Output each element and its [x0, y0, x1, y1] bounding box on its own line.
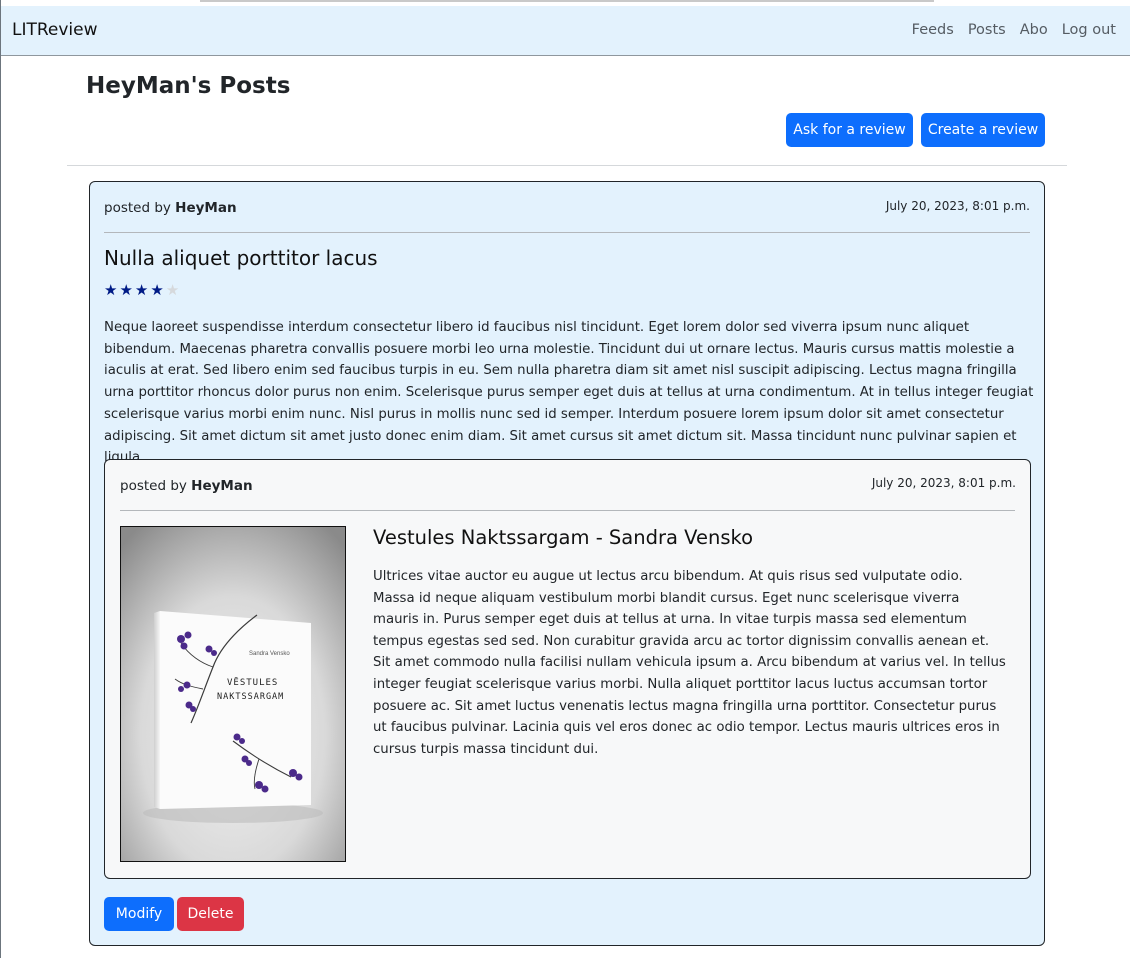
- ticket-divider: [120, 510, 1015, 511]
- delete-button[interactable]: Delete: [177, 897, 244, 931]
- review-date: July 20, 2023, 8:01 p.m.: [885, 199, 1030, 213]
- cover-title-line1: VĒSTULES: [227, 677, 278, 688]
- review-author: HeyMan: [175, 200, 237, 216]
- ticket-title: Vestules Naktssargam - Sandra Vensko: [373, 526, 754, 549]
- star-empty-icon: ★: [165, 281, 180, 299]
- review-card: posted by HeyMan July 20, 2023, 8:01 p.m…: [89, 181, 1045, 946]
- nav-link-posts[interactable]: Posts: [968, 22, 1006, 38]
- nav-link-logout[interactable]: Log out: [1062, 22, 1116, 38]
- book-cover-image: Sandra Vensko VĒSTULES NAKTSSARGAM: [120, 526, 346, 862]
- ask-review-button[interactable]: Ask for a review: [786, 113, 913, 147]
- cover-author-text: Sandra Vensko: [249, 651, 290, 657]
- cover-title-line2: NAKTSSARGAM: [217, 692, 284, 702]
- modify-button[interactable]: Modify: [104, 897, 174, 931]
- review-divider: [104, 232, 1030, 233]
- page-title: HeyMan's Posts: [86, 73, 291, 99]
- header-divider: [67, 165, 1067, 166]
- star-filled-icon: ★: [134, 281, 149, 299]
- book-cover-photo: Sandra Vensko VĒSTULES NAKTSSARGAM: [121, 527, 345, 861]
- posted-by-prefix: posted by: [104, 200, 176, 216]
- rating-stars: ★ ★ ★ ★ ★: [104, 282, 179, 298]
- star-filled-icon: ★: [119, 281, 133, 299]
- review-body: Neque laoreet suspendisse interdum conse…: [104, 320, 1034, 466]
- navbar: LITReview Feeds Posts Abo Log out: [1, 6, 1130, 56]
- browser-top-strip: [200, 0, 934, 2]
- star-filled-icon: ★: [104, 281, 118, 299]
- ticket-card: posted by HeyMan July 20, 2023, 8:01 p.m…: [104, 459, 1031, 879]
- posted-by-prefix: posted by: [120, 478, 192, 494]
- review-posted-by: posted by HeyMan: [104, 200, 237, 216]
- brand-logo[interactable]: LITReview: [12, 20, 98, 40]
- ticket-description: Ultrices vitae auctor eu augue ut lectus…: [373, 569, 1006, 757]
- nav-links: Feeds Posts Abo Log out: [912, 22, 1116, 38]
- review-headline: Nulla aliquet porttitor lacus: [104, 246, 378, 270]
- nav-link-feeds[interactable]: Feeds: [912, 22, 954, 38]
- nav-link-abo[interactable]: Abo: [1020, 22, 1048, 38]
- create-review-button[interactable]: Create a review: [921, 113, 1045, 147]
- ticket-author: HeyMan: [191, 478, 253, 494]
- ticket-date: July 20, 2023, 8:01 p.m.: [871, 476, 1016, 490]
- ticket-posted-by: posted by HeyMan: [120, 478, 253, 494]
- star-filled-icon: ★: [150, 281, 164, 299]
- window-left-border: [0, 0, 1, 958]
